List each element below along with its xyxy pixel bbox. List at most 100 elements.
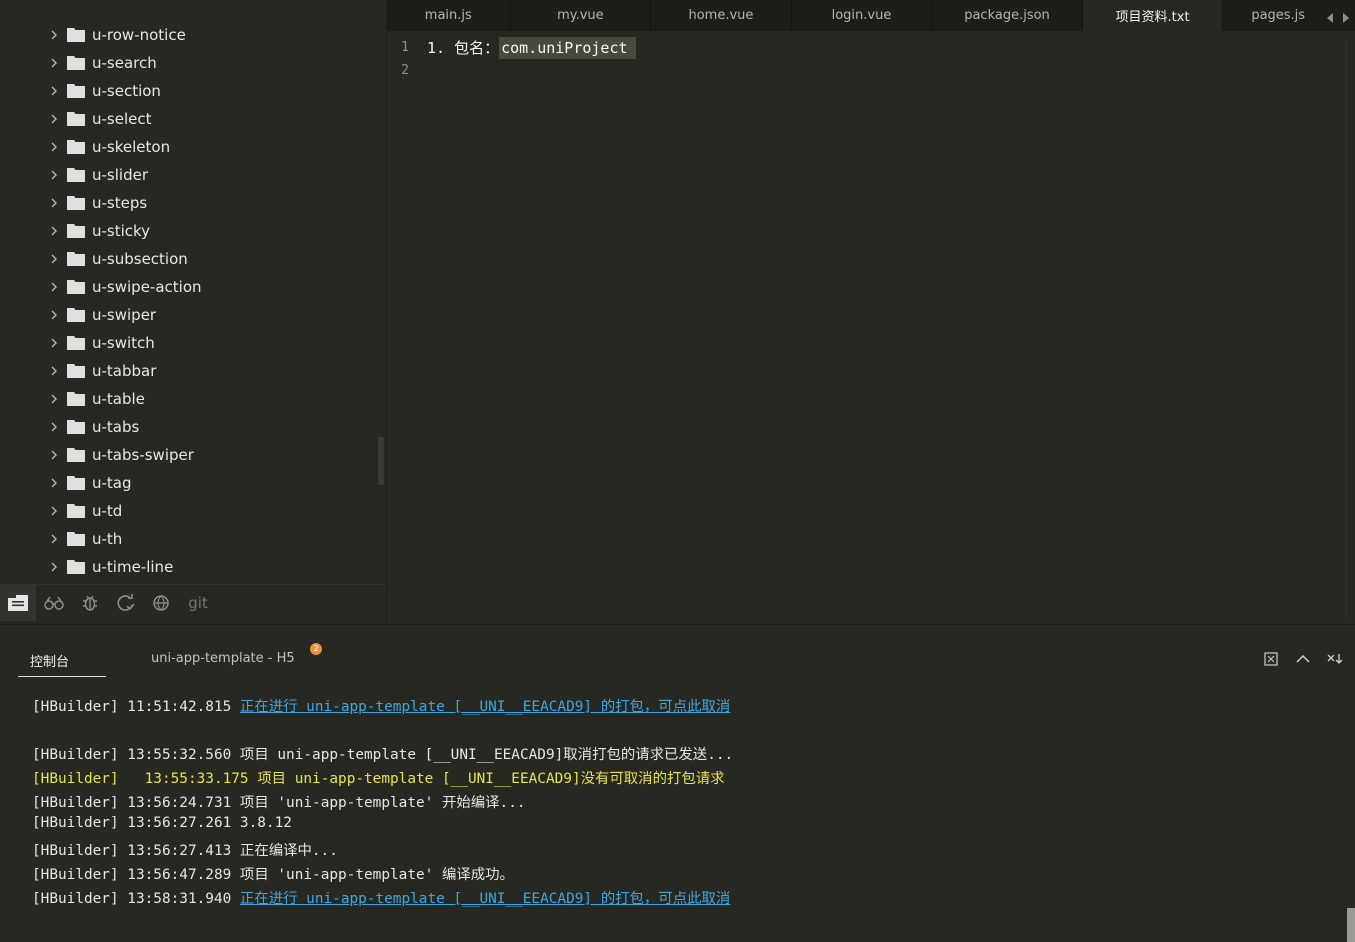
log-prefix: [HBuilder] 11:51:42.815 bbox=[32, 699, 240, 715]
chevron-up-icon[interactable] bbox=[1295, 651, 1311, 667]
tree-item[interactable]: u-sticky bbox=[0, 217, 386, 245]
cancel-build-link[interactable]: 正在进行 uni-app-template [__UNI__EEACAD9] 的… bbox=[240, 891, 730, 907]
tree-item[interactable]: u-tabs-swiper bbox=[0, 441, 386, 469]
git-label: git bbox=[188, 594, 208, 612]
binoculars-icon[interactable] bbox=[36, 585, 72, 621]
editor-tab[interactable]: login.vue bbox=[792, 0, 933, 31]
tree-item[interactable]: u-swipe-action bbox=[0, 273, 386, 301]
tree-item[interactable]: u-td bbox=[0, 497, 386, 525]
tree-item[interactable]: u-subsection bbox=[0, 245, 386, 273]
chevron-right-icon[interactable] bbox=[48, 77, 60, 105]
editor-tab[interactable]: my.vue bbox=[511, 0, 652, 31]
tab-console[interactable]: 控制台 bbox=[18, 651, 106, 677]
tree-item[interactable]: u-section bbox=[0, 77, 386, 105]
log-text: [HBuilder] 13:56:24.731 项目 'uni-app-temp… bbox=[32, 795, 526, 811]
tree-item[interactable]: u-select bbox=[0, 105, 386, 133]
tree-item[interactable]: u-tag bbox=[0, 469, 386, 497]
chevron-right-icon[interactable] bbox=[48, 385, 60, 413]
chevron-right-icon[interactable] bbox=[48, 273, 60, 301]
tree-item[interactable]: u-swiper bbox=[0, 301, 386, 329]
chevron-right-icon[interactable] bbox=[48, 161, 60, 189]
editor-tab[interactable]: package.json bbox=[932, 0, 1083, 31]
folder-icon bbox=[67, 196, 85, 210]
tree-item[interactable]: u-th bbox=[0, 525, 386, 553]
line-number: 1 bbox=[401, 40, 409, 55]
chevron-right-icon[interactable] bbox=[48, 189, 60, 217]
arrow-right-icon[interactable] bbox=[1342, 8, 1349, 27]
chevron-right-icon[interactable] bbox=[48, 301, 60, 329]
console-panel: 控制台 uni-app-template - H5 2 [HBuilder] 1… bbox=[0, 624, 1355, 942]
tree-item[interactable]: u-steps bbox=[0, 189, 386, 217]
console-scrollbar[interactable] bbox=[1347, 908, 1355, 942]
editor-tab[interactable]: home.vue bbox=[651, 0, 792, 31]
log-line: [HBuilder] 13:58:31.940 正在进行 uni-app-tem… bbox=[32, 887, 730, 908]
tree-item-label: u-td bbox=[92, 502, 123, 520]
folder-icon bbox=[67, 168, 85, 182]
chevron-right-icon[interactable] bbox=[48, 49, 60, 77]
chevron-right-icon[interactable] bbox=[48, 105, 60, 133]
tree-item[interactable]: u-table bbox=[0, 385, 386, 413]
log-line: [HBuilder] 13:55:32.560 项目 uni-app-templ… bbox=[32, 743, 733, 764]
clear-console-icon[interactable] bbox=[1263, 651, 1279, 667]
code-line[interactable]: 1. 包名： com.uniProject bbox=[427, 37, 636, 59]
chevron-right-icon[interactable] bbox=[48, 525, 60, 553]
tree-item[interactable]: u-skeleton bbox=[0, 133, 386, 161]
tree-item-label: u-switch bbox=[92, 334, 155, 352]
editor-tab[interactable]: main.js bbox=[387, 0, 511, 31]
tree-item-label: u-tag bbox=[92, 474, 132, 492]
tree-item-label: u-swipe-action bbox=[92, 278, 202, 296]
tab-label: package.json bbox=[964, 8, 1050, 23]
code-editor[interactable]: 1 2 1. 包名： com.uniProject bbox=[387, 31, 1355, 623]
folder-icon bbox=[67, 560, 85, 574]
project-manager-icon[interactable] bbox=[0, 585, 36, 621]
tree-item[interactable]: u-tabbar bbox=[0, 357, 386, 385]
arrow-left-icon[interactable] bbox=[1327, 8, 1334, 27]
cancel-build-link[interactable]: 正在进行 uni-app-template [__UNI__EEACAD9] 的… bbox=[240, 699, 730, 715]
chevron-right-icon[interactable] bbox=[48, 357, 60, 385]
editor-tab-active[interactable]: 项目资料.txt bbox=[1082, 0, 1224, 31]
chevron-right-icon[interactable] bbox=[48, 553, 60, 581]
chevron-right-icon[interactable] bbox=[48, 245, 60, 273]
tab-label: my.vue bbox=[557, 8, 604, 23]
tree-item[interactable]: u-row-notice bbox=[0, 21, 386, 49]
chevron-right-icon[interactable] bbox=[48, 21, 60, 49]
chevron-right-icon[interactable] bbox=[48, 217, 60, 245]
folder-icon bbox=[67, 84, 85, 98]
tree-item-label: u-subsection bbox=[92, 250, 188, 268]
sidebar-scrollbar[interactable] bbox=[378, 437, 384, 485]
folder-icon bbox=[67, 476, 85, 490]
git-icon[interactable]: git bbox=[180, 585, 216, 621]
web-icon[interactable] bbox=[144, 585, 180, 621]
console-tabbar: 控制台 uni-app-template - H5 2 bbox=[0, 625, 1355, 677]
tree-item[interactable]: u-time-line bbox=[0, 553, 386, 581]
tree-item-label: u-steps bbox=[92, 194, 148, 212]
tree-item-label: u-search bbox=[92, 54, 157, 72]
bug-icon[interactable] bbox=[72, 585, 108, 621]
tree-item[interactable]: u-slider bbox=[0, 161, 386, 189]
tree-item[interactable]: u-switch bbox=[0, 329, 386, 357]
line-number: 2 bbox=[401, 63, 409, 78]
tree-item[interactable]: u-search bbox=[0, 49, 386, 77]
close-console-icon[interactable] bbox=[1327, 651, 1343, 667]
notification-badge: 2 bbox=[310, 643, 322, 655]
tree-item-label: u-tabbar bbox=[92, 362, 157, 380]
chevron-right-icon[interactable] bbox=[48, 133, 60, 161]
tree-item-label: u-slider bbox=[92, 166, 148, 184]
chevron-right-icon[interactable] bbox=[48, 469, 60, 497]
chevron-right-icon[interactable] bbox=[48, 441, 60, 469]
tab-h5-run[interactable]: uni-app-template - H5 bbox=[151, 651, 295, 666]
log-prefix: [HBuilder] 13:58:31.940 bbox=[32, 891, 240, 907]
tree-item-label: u-swiper bbox=[92, 306, 157, 324]
chevron-right-icon[interactable] bbox=[48, 413, 60, 441]
chevron-right-icon[interactable] bbox=[48, 497, 60, 525]
folder-icon bbox=[67, 336, 85, 350]
chevron-right-icon[interactable] bbox=[48, 329, 60, 357]
folder-icon bbox=[67, 252, 85, 266]
selected-text: com.uniProject bbox=[499, 37, 636, 59]
tree-item-label: u-row-notice bbox=[92, 26, 186, 44]
tree-item-label: u-table bbox=[92, 390, 145, 408]
log-text: [HBuilder] 13:56:27.261 3.8.12 bbox=[32, 815, 292, 831]
tree-item[interactable]: u-tabs bbox=[0, 413, 386, 441]
refresh-debug-icon[interactable] bbox=[108, 585, 144, 621]
editor-scrollbar[interactable] bbox=[1346, 39, 1355, 619]
